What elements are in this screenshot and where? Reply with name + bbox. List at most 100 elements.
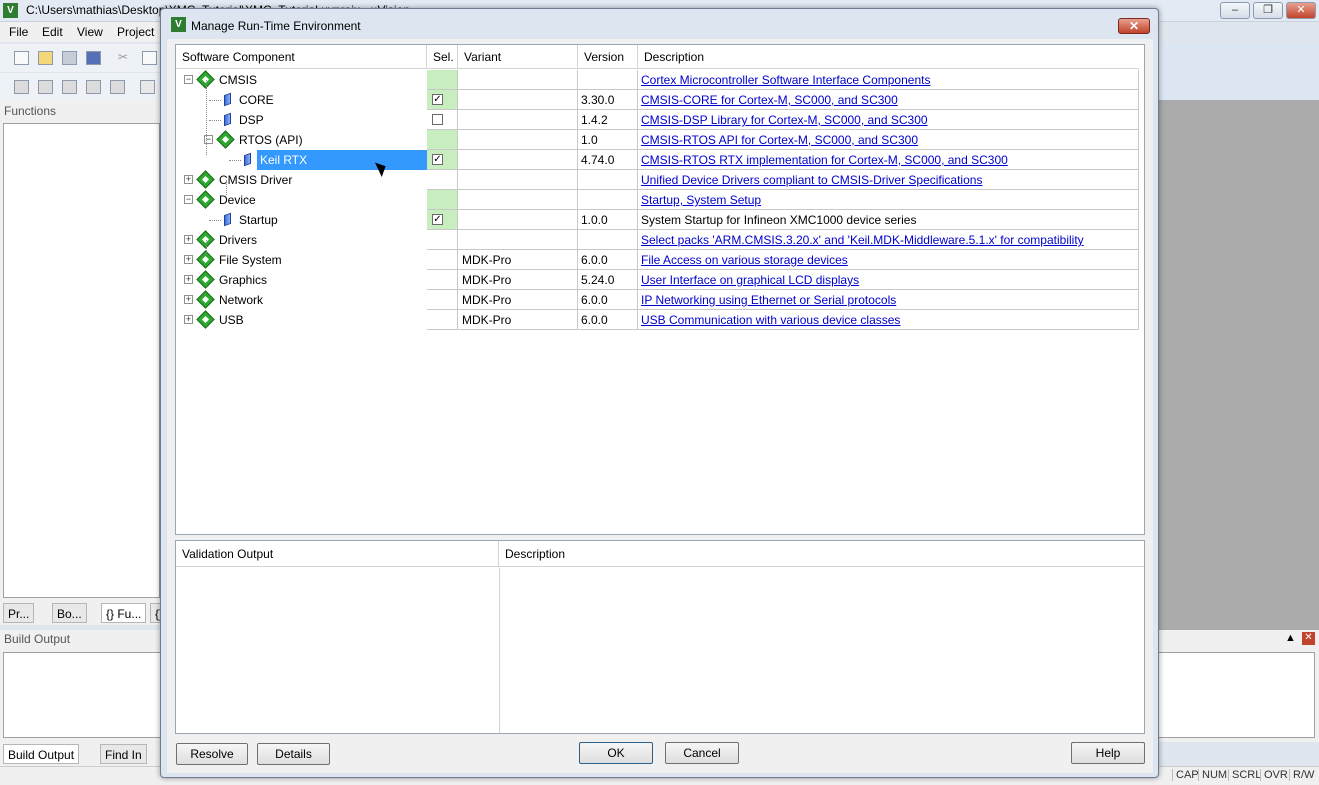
version-cell[interactable]: [578, 190, 638, 210]
select-checkbox[interactable]: ✓: [432, 214, 443, 225]
batch-build-icon[interactable]: [86, 80, 101, 94]
expand-icon[interactable]: +: [184, 295, 193, 304]
component-row[interactable]: + CMSIS Driver Unified Device Drivers comp…: [176, 170, 1139, 190]
variant-cell[interactable]: MDK-Pro: [458, 270, 578, 290]
variant-cell[interactable]: MDK-Pro: [458, 310, 578, 330]
expand-icon[interactable]: +: [184, 235, 193, 244]
variant-cell[interactable]: [458, 190, 578, 210]
copy-icon[interactable]: [142, 51, 157, 65]
variant-cell[interactable]: [458, 110, 578, 130]
version-cell[interactable]: 1.4.2: [578, 110, 638, 130]
sel-cell[interactable]: [427, 270, 458, 290]
stop-build-icon[interactable]: [110, 80, 125, 94]
help-button[interactable]: Help: [1071, 742, 1145, 764]
description-link[interactable]: Startup, System Setup: [641, 193, 761, 207]
dialog-close-button[interactable]: ✕: [1118, 18, 1150, 34]
description-link[interactable]: CMSIS-RTOS API for Cortex-M, SC000, and …: [641, 133, 918, 147]
expand-icon[interactable]: +: [184, 275, 193, 284]
component-name[interactable]: CORE: [239, 90, 274, 110]
component-row[interactable]: − CMSIS Cortex Microcontroller Software In…: [176, 70, 1139, 90]
variant-cell[interactable]: MDK-Pro: [458, 250, 578, 270]
sel-cell[interactable]: [427, 190, 458, 210]
component-name[interactable]: Drivers: [219, 230, 257, 250]
main-close-button[interactable]: ✕: [1286, 2, 1316, 19]
version-cell[interactable]: 1.0.0: [578, 210, 638, 230]
component-row[interactable]: + Graphics MDK-Pro 5.24.0 User Interface on …: [176, 270, 1139, 290]
version-cell[interactable]: [578, 170, 638, 190]
version-cell[interactable]: [578, 230, 638, 250]
component-name[interactable]: File System: [219, 250, 282, 270]
version-cell[interactable]: 6.0.0: [578, 290, 638, 310]
col-variant[interactable]: Variant: [458, 45, 578, 69]
component-name[interactable]: CMSIS: [219, 70, 257, 90]
sel-cell[interactable]: ✓: [427, 210, 458, 230]
variant-cell[interactable]: [458, 90, 578, 110]
component-name[interactable]: DSP: [239, 110, 264, 130]
component-row[interactable]: CORE ✓ 3.30.0 CMSIS-CORE for Cortex-M, SC00…: [176, 90, 1139, 110]
sel-cell[interactable]: ✓: [427, 90, 458, 110]
build-close-icon[interactable]: ✕: [1302, 632, 1315, 645]
expand-icon[interactable]: +: [184, 175, 193, 184]
component-row[interactable]: Startup ✓ 1.0.0 System Startup for Infineon…: [176, 210, 1139, 230]
col-version[interactable]: Version: [578, 45, 638, 69]
component-name[interactable]: Device: [219, 190, 256, 210]
sel-cell[interactable]: ✓: [427, 150, 458, 170]
component-row[interactable]: − RTOS (API) 1.0 CMSIS-RTOS API for Cortex-…: [176, 130, 1139, 150]
version-cell[interactable]: 3.30.0: [578, 90, 638, 110]
component-row[interactable]: − Device Startup, System Setup: [176, 190, 1139, 210]
variant-cell[interactable]: MDK-Pro: [458, 290, 578, 310]
variant-cell[interactable]: [458, 210, 578, 230]
description-link[interactable]: CMSIS-DSP Library for Cortex-M, SC000, a…: [641, 113, 928, 127]
tab-build-output[interactable]: Build Output: [3, 744, 80, 764]
component-name[interactable]: USB: [219, 310, 244, 330]
sel-cell[interactable]: [427, 230, 458, 250]
component-name[interactable]: Keil RTX: [257, 150, 427, 170]
col-description[interactable]: Description: [638, 45, 1139, 69]
version-cell[interactable]: 4.74.0: [578, 150, 638, 170]
details-button[interactable]: Details: [257, 743, 330, 765]
version-cell[interactable]: [578, 70, 638, 90]
variant-cell[interactable]: [458, 150, 578, 170]
col-sel[interactable]: Sel.: [427, 45, 458, 69]
col-software-component[interactable]: Software Component: [176, 45, 427, 69]
expand-icon[interactable]: +: [184, 315, 193, 324]
component-row[interactable]: + Network MDK-Pro 6.0.0 IP Networking using …: [176, 290, 1139, 310]
description-link[interactable]: USB Communication with various device cl…: [641, 313, 900, 327]
sel-cell[interactable]: [427, 290, 458, 310]
menu-view[interactable]: View: [77, 25, 103, 39]
variant-cell[interactable]: [458, 130, 578, 150]
component-name[interactable]: Startup: [239, 210, 278, 230]
collapse-icon[interactable]: −: [184, 75, 193, 84]
translate-icon[interactable]: [14, 80, 29, 94]
component-name[interactable]: CMSIS Driver: [219, 170, 292, 190]
version-cell[interactable]: 6.0.0: [578, 250, 638, 270]
sel-cell[interactable]: [427, 110, 458, 130]
component-row[interactable]: + Drivers Select packs 'ARM.CMSIS.3.20.x' …: [176, 230, 1139, 250]
sel-cell[interactable]: [427, 310, 458, 330]
version-cell[interactable]: 5.24.0: [578, 270, 638, 290]
menu-edit[interactable]: Edit: [42, 25, 63, 39]
select-checkbox[interactable]: ✓: [432, 154, 443, 165]
component-row[interactable]: DSP 1.4.2 CMSIS-DSP Library for Cortex-M, …: [176, 110, 1139, 130]
save-icon[interactable]: [62, 51, 77, 65]
tab-functions[interactable]: {} Fu...: [101, 603, 147, 623]
menu-file[interactable]: File: [9, 25, 28, 39]
tab-project[interactable]: Pr...: [3, 603, 35, 623]
description-link[interactable]: CMSIS-CORE for Cortex-M, SC000, and SC30…: [641, 93, 898, 107]
load-icon[interactable]: [140, 80, 155, 94]
sel-cell[interactable]: [427, 70, 458, 90]
description-link[interactable]: Select packs 'ARM.CMSIS.3.20.x' and 'Kei…: [641, 233, 1084, 247]
open-folder-icon[interactable]: [38, 51, 53, 65]
tab-find-in-files[interactable]: Find In: [100, 744, 147, 764]
sel-cell[interactable]: [427, 250, 458, 270]
rebuild-icon[interactable]: [62, 80, 77, 94]
save-all-icon[interactable]: [86, 51, 101, 65]
build-icon[interactable]: [38, 80, 53, 94]
resolve-button[interactable]: Resolve: [176, 743, 248, 765]
ok-button[interactable]: OK: [579, 742, 653, 764]
version-cell[interactable]: 6.0.0: [578, 310, 638, 330]
variant-cell[interactable]: [458, 170, 578, 190]
collapse-icon[interactable]: −: [184, 195, 193, 204]
component-row[interactable]: Keil RTX ✓ 4.74.0 CMSIS-RTOS RTX implementa…: [176, 150, 1139, 170]
menu-project[interactable]: Project: [117, 25, 154, 39]
